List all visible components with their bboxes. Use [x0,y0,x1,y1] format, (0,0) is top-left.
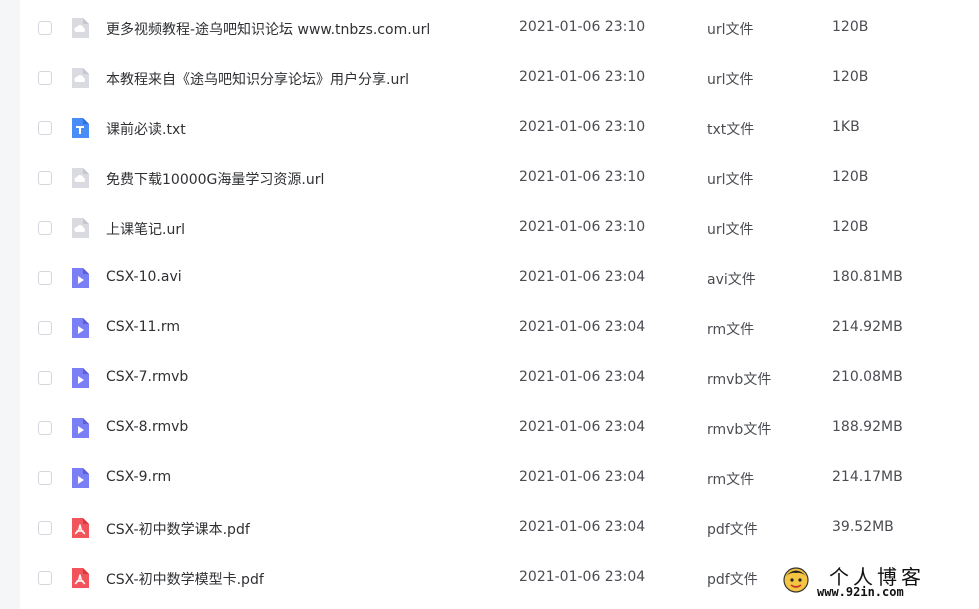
file-modified-date: 2021-01-06 23:10 [519,219,646,235]
file-size: 120B [832,19,869,35]
file-row[interactable]: 上课笔记.url 2021-01-06 23:10 url文件 120B [20,204,979,254]
file-modified-date: 2021-01-06 23:10 [519,69,646,85]
row-checkbox[interactable] [38,421,52,435]
video-file-icon [70,367,90,389]
file-row[interactable]: CSX-初中数学课本.pdf 2021-01-06 23:04 pdf文件 39.52… [20,504,979,554]
file-name[interactable]: 本教程来自《途乌吧知识分享论坛》用户分享.url [106,69,409,89]
row-checkbox[interactable] [38,121,52,135]
file-size: 1KB [832,119,860,135]
file-modified-date: 2021-01-06 23:10 [519,119,646,135]
file-modified-date: 2021-01-06 23:10 [519,169,646,185]
link-file-icon [70,217,90,239]
file-name[interactable]: 上课笔记.url [106,219,185,239]
file-type: rmvb文件 [707,422,772,438]
file-row[interactable]: CSX-7.rmvb 2021-01-06 23:04 rmvb文件 210.08MB [20,354,979,404]
file-type: rmvb文件 [707,372,772,388]
row-checkbox[interactable] [38,171,52,185]
file-size: 120B [832,169,869,185]
file-row[interactable]: 课前必读.txt 2021-01-06 23:10 txt文件 1KB [20,104,979,154]
avatar [783,567,809,593]
file-name[interactable]: 免费下载10000G海量学习资源.url [106,169,324,189]
file-modified-date: 2021-01-06 23:04 [519,269,646,285]
file-row[interactable]: CSX-11.rm 2021-01-06 23:04 rm文件 214.92MB [20,304,979,354]
file-list-panel: 更多视频教程-途乌吧知识论坛 www.tnbzs.com.url 2021-01-… [20,0,979,609]
row-checkbox[interactable] [38,321,52,335]
file-modified-date: 2021-01-06 23:04 [519,569,646,585]
row-checkbox[interactable] [38,471,52,485]
file-modified-date: 2021-01-06 23:04 [519,469,646,485]
file-modified-date: 2021-01-06 23:04 [519,369,646,385]
file-modified-date: 2021-01-06 23:04 [519,319,646,335]
pdf-file-icon [70,517,90,539]
file-name[interactable]: CSX-7.rmvb [106,369,188,385]
row-checkbox[interactable] [38,71,52,85]
pdf-file-icon [70,567,90,589]
file-row[interactable]: 免费下载10000G海量学习资源.url 2021-01-06 23:10 url文… [20,154,979,204]
file-name[interactable]: CSX-11.rm [106,319,180,335]
link-file-icon [70,67,90,89]
row-checkbox[interactable] [38,271,52,285]
file-row[interactable]: CSX-8.rmvb 2021-01-06 23:04 rmvb文件 188.92MB [20,404,979,454]
file-row[interactable]: 本教程来自《途乌吧知识分享论坛》用户分享.url 2021-01-06 23:10… [20,54,979,104]
file-type: rm文件 [707,322,755,338]
watermark-url: www.92in.com [817,585,904,599]
file-list-page: 更多视频教程-途乌吧知识论坛 www.tnbzs.com.url 2021-01-… [0,0,979,609]
file-type: url文件 [707,222,754,238]
file-size: 39.52MB [832,519,894,535]
video-file-icon [70,417,90,439]
file-type: url文件 [707,22,754,38]
file-name[interactable]: CSX-8.rmvb [106,419,188,435]
file-type: url文件 [707,72,754,88]
row-checkbox[interactable] [38,521,52,535]
file-list: 更多视频教程-途乌吧知识论坛 www.tnbzs.com.url 2021-01-… [20,4,979,604]
file-type: pdf文件 [707,522,758,538]
video-file-icon [70,467,90,489]
file-size: 188.92MB [832,419,903,435]
row-checkbox[interactable] [38,221,52,235]
file-name[interactable]: 课前必读.txt [106,119,186,139]
file-name[interactable]: CSX-初中数学模型卡.pdf [106,569,264,589]
file-type: avi文件 [707,272,756,288]
file-size: 180.81MB [832,269,903,285]
file-row[interactable]: 更多视频教程-途乌吧知识论坛 www.tnbzs.com.url 2021-01-… [20,4,979,54]
file-size: 120B [832,69,869,85]
file-type: pdf文件 [707,572,758,588]
file-size: 210.08MB [832,369,903,385]
watermark: 个人博客 www.92in.com [777,559,965,603]
row-checkbox[interactable] [38,571,52,585]
file-name[interactable]: 更多视频教程-途乌吧知识论坛 www.tnbzs.com.url [106,19,430,39]
file-modified-date: 2021-01-06 23:10 [519,19,646,35]
file-size: 214.17MB [832,469,903,485]
file-type: url文件 [707,172,754,188]
file-type: rm文件 [707,472,755,488]
file-name[interactable]: CSX-10.avi [106,269,182,285]
row-checkbox[interactable] [38,371,52,385]
video-file-icon [70,317,90,339]
file-modified-date: 2021-01-06 23:04 [519,519,646,535]
file-name[interactable]: CSX-初中数学课本.pdf [106,519,250,539]
file-name[interactable]: CSX-9.rm [106,469,171,485]
video-file-icon [70,267,90,289]
text-file-icon [70,117,90,139]
file-row[interactable]: CSX-9.rm 2021-01-06 23:04 rm文件 214.17MB [20,454,979,504]
row-checkbox[interactable] [38,21,52,35]
file-row[interactable]: CSX-10.avi 2021-01-06 23:04 avi文件 180.81MB [20,254,979,304]
file-size: 214.92MB [832,319,903,335]
link-file-icon [70,167,90,189]
link-file-icon [70,17,90,39]
file-modified-date: 2021-01-06 23:04 [519,419,646,435]
file-size: 120B [832,219,869,235]
file-type: txt文件 [707,122,755,138]
